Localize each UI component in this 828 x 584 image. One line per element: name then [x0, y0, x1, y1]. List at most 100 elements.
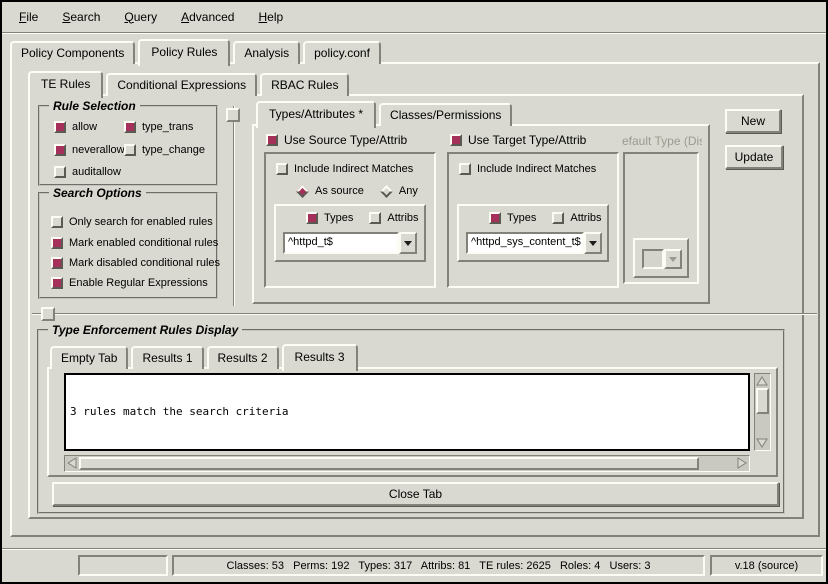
chevron-down-icon: [589, 241, 597, 246]
checkbox-mark-disabled[interactable]: Mark disabled conditional rules: [51, 257, 220, 269]
results-horizontal-scrollbar[interactable]: [64, 455, 750, 472]
checkbox-target-types[interactable]: Types: [489, 212, 536, 224]
source-types-label: Types: [324, 212, 353, 224]
checkbox-source-types[interactable]: Types: [306, 212, 353, 224]
results-text-area[interactable]: 3 rules match the search criteria (5822)…: [64, 373, 750, 451]
target-frame: Include Indirect Matches Types Attribs ^…: [447, 152, 619, 288]
checkbox-use-target[interactable]: Use Target Type/Attrib: [450, 133, 586, 147]
tab-analysis[interactable]: Analysis: [233, 41, 300, 64]
source-type-combobox-value[interactable]: ^httpd_t$: [283, 232, 399, 254]
menu-query[interactable]: Query: [115, 7, 166, 27]
source-types-row: Types Attribs: [306, 212, 419, 224]
radio-as-source[interactable]: As source: [296, 185, 364, 197]
results-page: 3 rules match the search criteria (5822)…: [47, 367, 778, 477]
target-types-frame: Types Attribs ^httpd_sys_content_t$: [457, 204, 609, 262]
menu-advanced[interactable]: Advanced: [172, 7, 243, 27]
radio-any[interactable]: Any: [380, 185, 418, 197]
source-radio-row: As source Any: [296, 185, 418, 197]
new-button[interactable]: New: [725, 109, 781, 133]
target-type-combobox[interactable]: ^httpd_sys_content_t$: [466, 232, 602, 254]
menu-help[interactable]: Help: [249, 7, 292, 27]
default-type-frame: [623, 152, 699, 284]
default-type-combobox: [642, 249, 682, 269]
checkbox-source-types-indicator: [306, 212, 318, 224]
default-type-combobox-value: [642, 249, 664, 269]
te-rules-display-title: Type Enforcement Rules Display: [48, 323, 242, 337]
checkbox-type-change[interactable]: type_change: [124, 144, 205, 156]
tab-te-rules[interactable]: TE Rules: [28, 71, 103, 98]
checkbox-type-trans[interactable]: type_trans: [124, 121, 193, 133]
target-indirect-label: Include Indirect Matches: [477, 163, 596, 175]
scroll-left-icon[interactable]: [65, 456, 79, 470]
checkbox-allow[interactable]: allow: [54, 121, 97, 133]
tab-results-1[interactable]: Results 1: [131, 346, 203, 369]
tab-results-2[interactable]: Results 2: [207, 346, 279, 369]
tab-policy-rules[interactable]: Policy Rules: [138, 39, 230, 66]
checkbox-source-attribs[interactable]: Attribs: [369, 212, 418, 224]
menu-help-key: H: [258, 10, 267, 24]
menu-search-rest: earch: [70, 10, 100, 24]
source-type-combobox[interactable]: ^httpd_t$: [283, 232, 417, 254]
source-combobox-dropdown-button[interactable]: [399, 232, 417, 254]
source-frame: Include Indirect Matches As source Any T…: [264, 152, 436, 288]
menu-search[interactable]: Search: [53, 7, 109, 27]
target-type-combobox-value[interactable]: ^httpd_sys_content_t$: [466, 232, 584, 254]
scroll-up-icon[interactable]: [755, 374, 769, 388]
vertical-sash-grip[interactable]: [226, 108, 240, 122]
scroll-right-icon[interactable]: [735, 456, 749, 470]
checkbox-regex-indicator: [51, 277, 63, 289]
chevron-down-icon: [669, 257, 677, 262]
te-rules-display-group: Type Enforcement Rules Display Empty Tab…: [37, 329, 785, 514]
rule-selection-title: Rule Selection: [49, 99, 140, 113]
checkbox-auditallow[interactable]: auditallow: [54, 166, 121, 178]
radio-as-source-indicator: [296, 185, 309, 198]
checkbox-target-indirect[interactable]: Include Indirect Matches: [459, 163, 596, 175]
tab-rbac-rules[interactable]: RBAC Rules: [260, 73, 349, 96]
checkbox-neverallow[interactable]: neverallow: [54, 144, 125, 156]
menu-advanced-rest: dvanced: [189, 10, 234, 24]
checkbox-target-attribs[interactable]: Attribs: [552, 212, 601, 224]
use-target-label: Use Target Type/Attrib: [468, 133, 586, 147]
checkbox-neverallow-indicator: [54, 144, 66, 156]
checkbox-mark-enabled[interactable]: Mark enabled conditional rules: [51, 237, 218, 249]
default-type-label: efault Type (Disa: [622, 134, 702, 148]
menu-file[interactable]: File: [10, 7, 47, 27]
default-combobox-dropdown-button: [664, 249, 682, 269]
close-tab-button[interactable]: Close Tab: [52, 482, 779, 506]
target-types-label: Types: [507, 212, 536, 224]
tab-policy-components[interactable]: Policy Components: [10, 41, 135, 64]
checkbox-type-change-indicator: [124, 144, 136, 156]
checkbox-only-enabled[interactable]: Only search for enabled rules: [51, 216, 213, 228]
scroll-down-icon[interactable]: [755, 436, 769, 450]
checkbox-auditallow-label: auditallow: [72, 166, 121, 178]
tab-empty-tab[interactable]: Empty Tab: [50, 346, 128, 369]
horizontal-scroll-thumb[interactable]: [79, 457, 699, 470]
tab-types-attributes[interactable]: Types/Attributes *: [256, 101, 376, 128]
checkbox-source-indirect[interactable]: Include Indirect Matches: [276, 163, 413, 175]
vertical-scroll-thumb[interactable]: [756, 388, 769, 414]
horizontal-sash-grip[interactable]: [41, 307, 55, 321]
update-button[interactable]: Update: [725, 145, 783, 169]
tab-policy-conf[interactable]: policy.conf: [303, 41, 381, 64]
checkbox-mark-enabled-indicator: [51, 237, 63, 249]
target-combobox-dropdown-button[interactable]: [584, 232, 602, 254]
results-blank-line: [70, 447, 744, 451]
statusbar-stats: Classes: 53 Perms: 192 Types: 317 Attrib…: [172, 555, 705, 576]
checkbox-use-source[interactable]: Use Source Type/Attrib: [266, 133, 407, 147]
tab-conditional-expressions[interactable]: Conditional Expressions: [106, 73, 257, 96]
checkbox-neverallow-label: neverallow: [72, 144, 125, 156]
target-attribs-label: Attribs: [570, 212, 601, 224]
radio-any-label: Any: [399, 185, 418, 197]
menu-query-rest: uery: [134, 10, 157, 24]
tab-results-3[interactable]: Results 3: [282, 344, 358, 371]
checkbox-regex[interactable]: Enable Regular Expressions: [51, 277, 208, 289]
checkbox-source-attribs-indicator: [369, 212, 381, 224]
menubar-divider: [2, 32, 826, 34]
menubar: File Search Query Advanced Help: [2, 2, 826, 31]
results-vertical-scrollbar[interactable]: [754, 373, 771, 451]
menu-advanced-key: A: [181, 10, 189, 24]
checkbox-target-indirect-indicator: [459, 163, 471, 175]
apol-window: File Search Query Advanced Help Policy C…: [0, 0, 828, 584]
tab-classes-permissions[interactable]: Classes/Permissions: [379, 103, 512, 126]
checkbox-mark-enabled-label: Mark enabled conditional rules: [69, 237, 218, 249]
